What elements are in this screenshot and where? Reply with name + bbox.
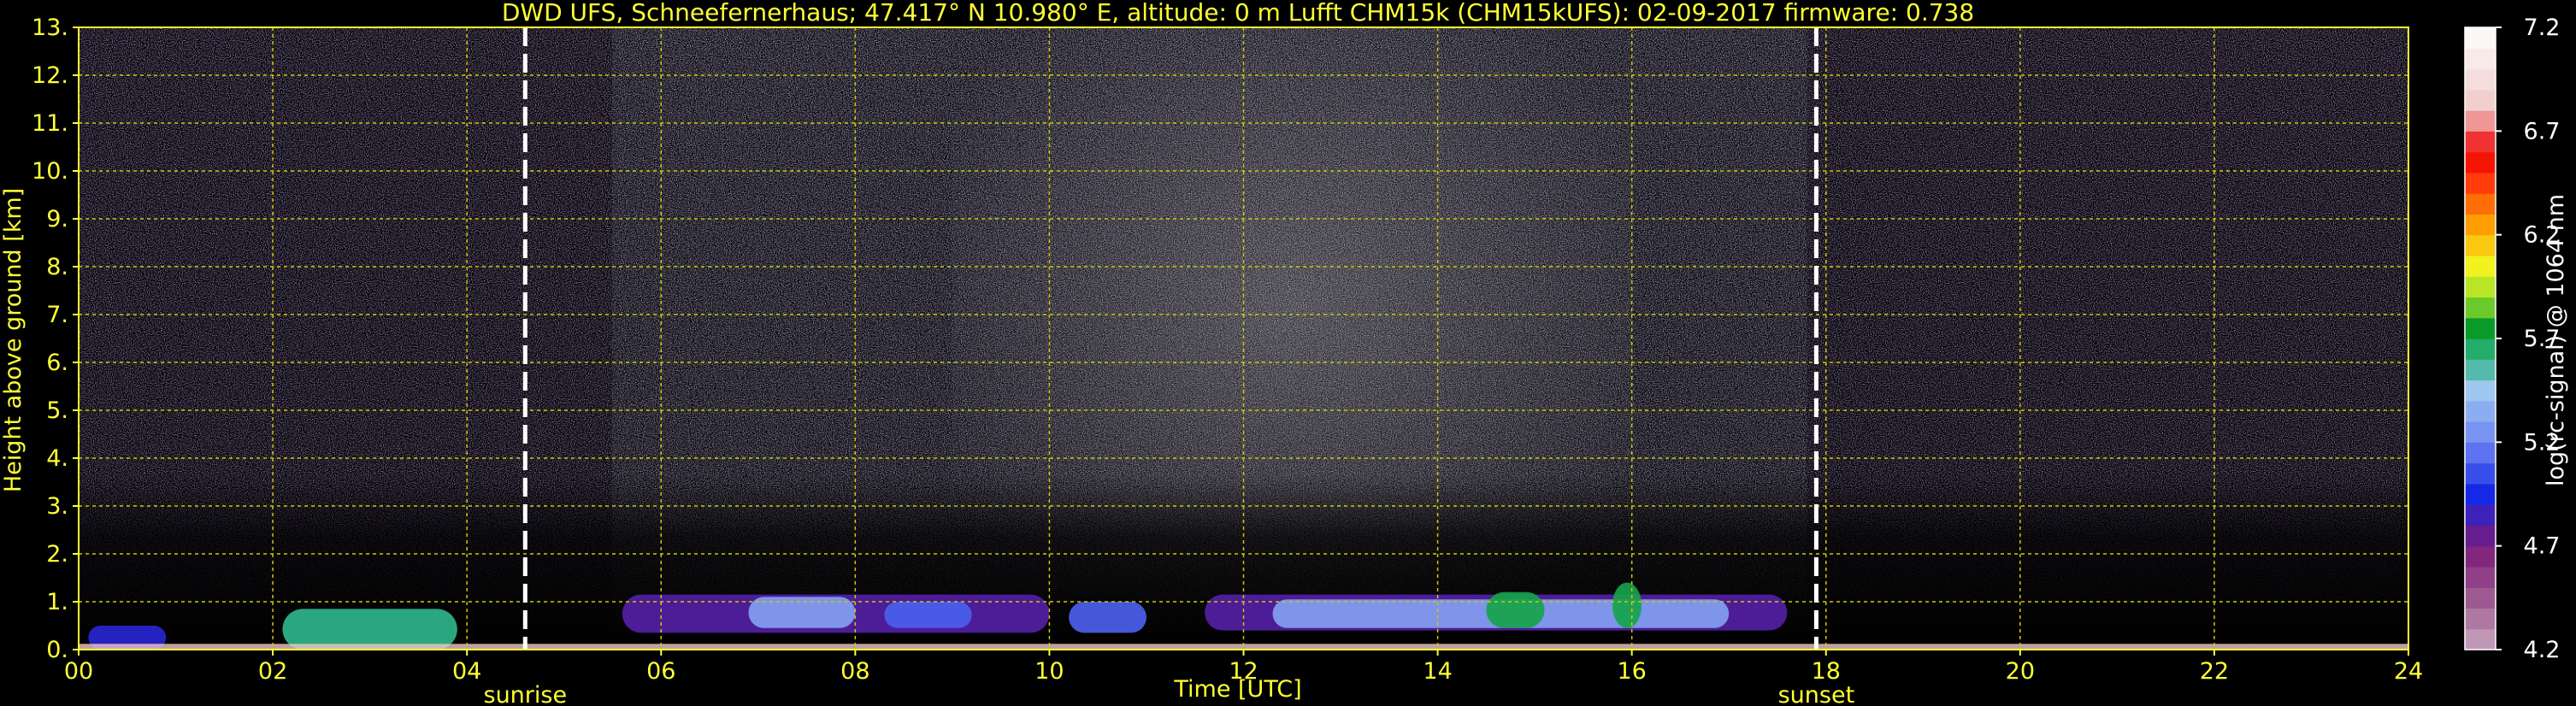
colorbar-segment bbox=[2465, 214, 2496, 236]
colorbar-segment bbox=[2465, 608, 2496, 630]
colorbar-segment bbox=[2465, 172, 2496, 194]
chart-title: DWD UFS, Schneefernerhaus; 47.417° N 10.… bbox=[502, 0, 1974, 26]
colorbar-segment bbox=[2465, 255, 2496, 277]
y-tick-label: 11. bbox=[32, 110, 68, 137]
colorbar-segment bbox=[2465, 193, 2496, 215]
x-tick-label: 04 bbox=[452, 658, 481, 685]
cloud-layer bbox=[884, 602, 972, 628]
colorbar-segment bbox=[2465, 27, 2496, 49]
y-tick-label: 8. bbox=[46, 254, 68, 280]
colorbar-segment bbox=[2465, 566, 2496, 588]
colorbar-tick-label: 4.7 bbox=[2524, 533, 2561, 560]
cloud-layer bbox=[1069, 602, 1147, 633]
cloud-layer bbox=[1486, 591, 1545, 628]
y-tick-label: 5. bbox=[46, 397, 68, 424]
x-tick-label: 18 bbox=[1812, 658, 1841, 685]
y-tick-label: 4. bbox=[46, 445, 68, 472]
event-label-sunset: sunset bbox=[1778, 682, 1855, 706]
colorbar-segment bbox=[2465, 234, 2496, 256]
y-tick-label: 3. bbox=[46, 493, 68, 520]
x-tick-label: 06 bbox=[646, 658, 675, 685]
colorbar-segment bbox=[2465, 317, 2496, 339]
y-tick-label: 6. bbox=[46, 350, 68, 376]
colorbar-segment bbox=[2465, 462, 2496, 485]
colorbar-segment bbox=[2465, 89, 2496, 111]
colorbar-segment bbox=[2465, 545, 2496, 568]
x-tick-label: 20 bbox=[2006, 658, 2035, 685]
colorbar-segment bbox=[2465, 504, 2496, 526]
cloud-layer bbox=[1612, 582, 1642, 628]
colorbar-segment bbox=[2465, 48, 2496, 70]
colorbar-segment bbox=[2465, 359, 2496, 381]
daylight-glow bbox=[952, 27, 1632, 650]
colorbar-segment bbox=[2465, 276, 2496, 298]
x-tick-label: 10 bbox=[1035, 658, 1064, 685]
y-tick-label: 1. bbox=[46, 589, 68, 615]
y-tick-label: 10. bbox=[32, 158, 68, 185]
colorbar-segment bbox=[2465, 587, 2496, 609]
colorbar-label: log(rc-signal) @ 1064 nm bbox=[2543, 194, 2569, 486]
colorbar-segment bbox=[2465, 525, 2496, 547]
x-axis-label: Time [UTC] bbox=[1173, 676, 1301, 703]
colorbar-segment bbox=[2465, 131, 2496, 153]
cloud-layer bbox=[282, 609, 457, 650]
y-tick-label: 12. bbox=[32, 62, 68, 89]
colorbar-segment bbox=[2465, 151, 2496, 174]
y-tick-label: 9. bbox=[46, 206, 68, 232]
colorbar-segment bbox=[2465, 110, 2496, 132]
y-tick-label: 0. bbox=[46, 637, 68, 663]
colorbar-segment bbox=[2465, 442, 2496, 464]
x-tick-label: 22 bbox=[2200, 658, 2229, 685]
colorbar-tick-label: 7.2 bbox=[2524, 15, 2561, 41]
y-axis-label: Height above ground [km] bbox=[0, 188, 27, 492]
colorbar-segment bbox=[2465, 379, 2496, 402]
x-tick-label: 08 bbox=[840, 658, 869, 685]
x-tick-label: 02 bbox=[258, 658, 287, 685]
x-tick-label: 24 bbox=[2394, 658, 2423, 685]
colorbar-segment bbox=[2465, 338, 2496, 360]
colorbar-segment bbox=[2465, 421, 2496, 443]
x-tick-label: 16 bbox=[1617, 658, 1646, 685]
colorbar-segment bbox=[2465, 68, 2496, 91]
colorbar-tick-label: 4.2 bbox=[2524, 637, 2561, 663]
y-tick-label: 7. bbox=[46, 302, 68, 328]
ceilometer-chart: sunrise sunset 00 02 04 06 08 10 12 14 16 18 20 22 24… bbox=[0, 0, 2569, 706]
colorbar-segment bbox=[2465, 400, 2496, 422]
colorbar-tick-label: 6.7 bbox=[2524, 118, 2561, 144]
y-tick-label: 13. bbox=[32, 15, 68, 41]
colorbar-segment bbox=[2465, 297, 2496, 319]
y-tick-label: 2. bbox=[46, 541, 68, 568]
x-tick-label: 14 bbox=[1423, 658, 1452, 685]
colorbar-segment bbox=[2465, 483, 2496, 505]
colorbar-segment bbox=[2465, 628, 2496, 650]
event-label-sunrise: sunrise bbox=[484, 682, 568, 706]
